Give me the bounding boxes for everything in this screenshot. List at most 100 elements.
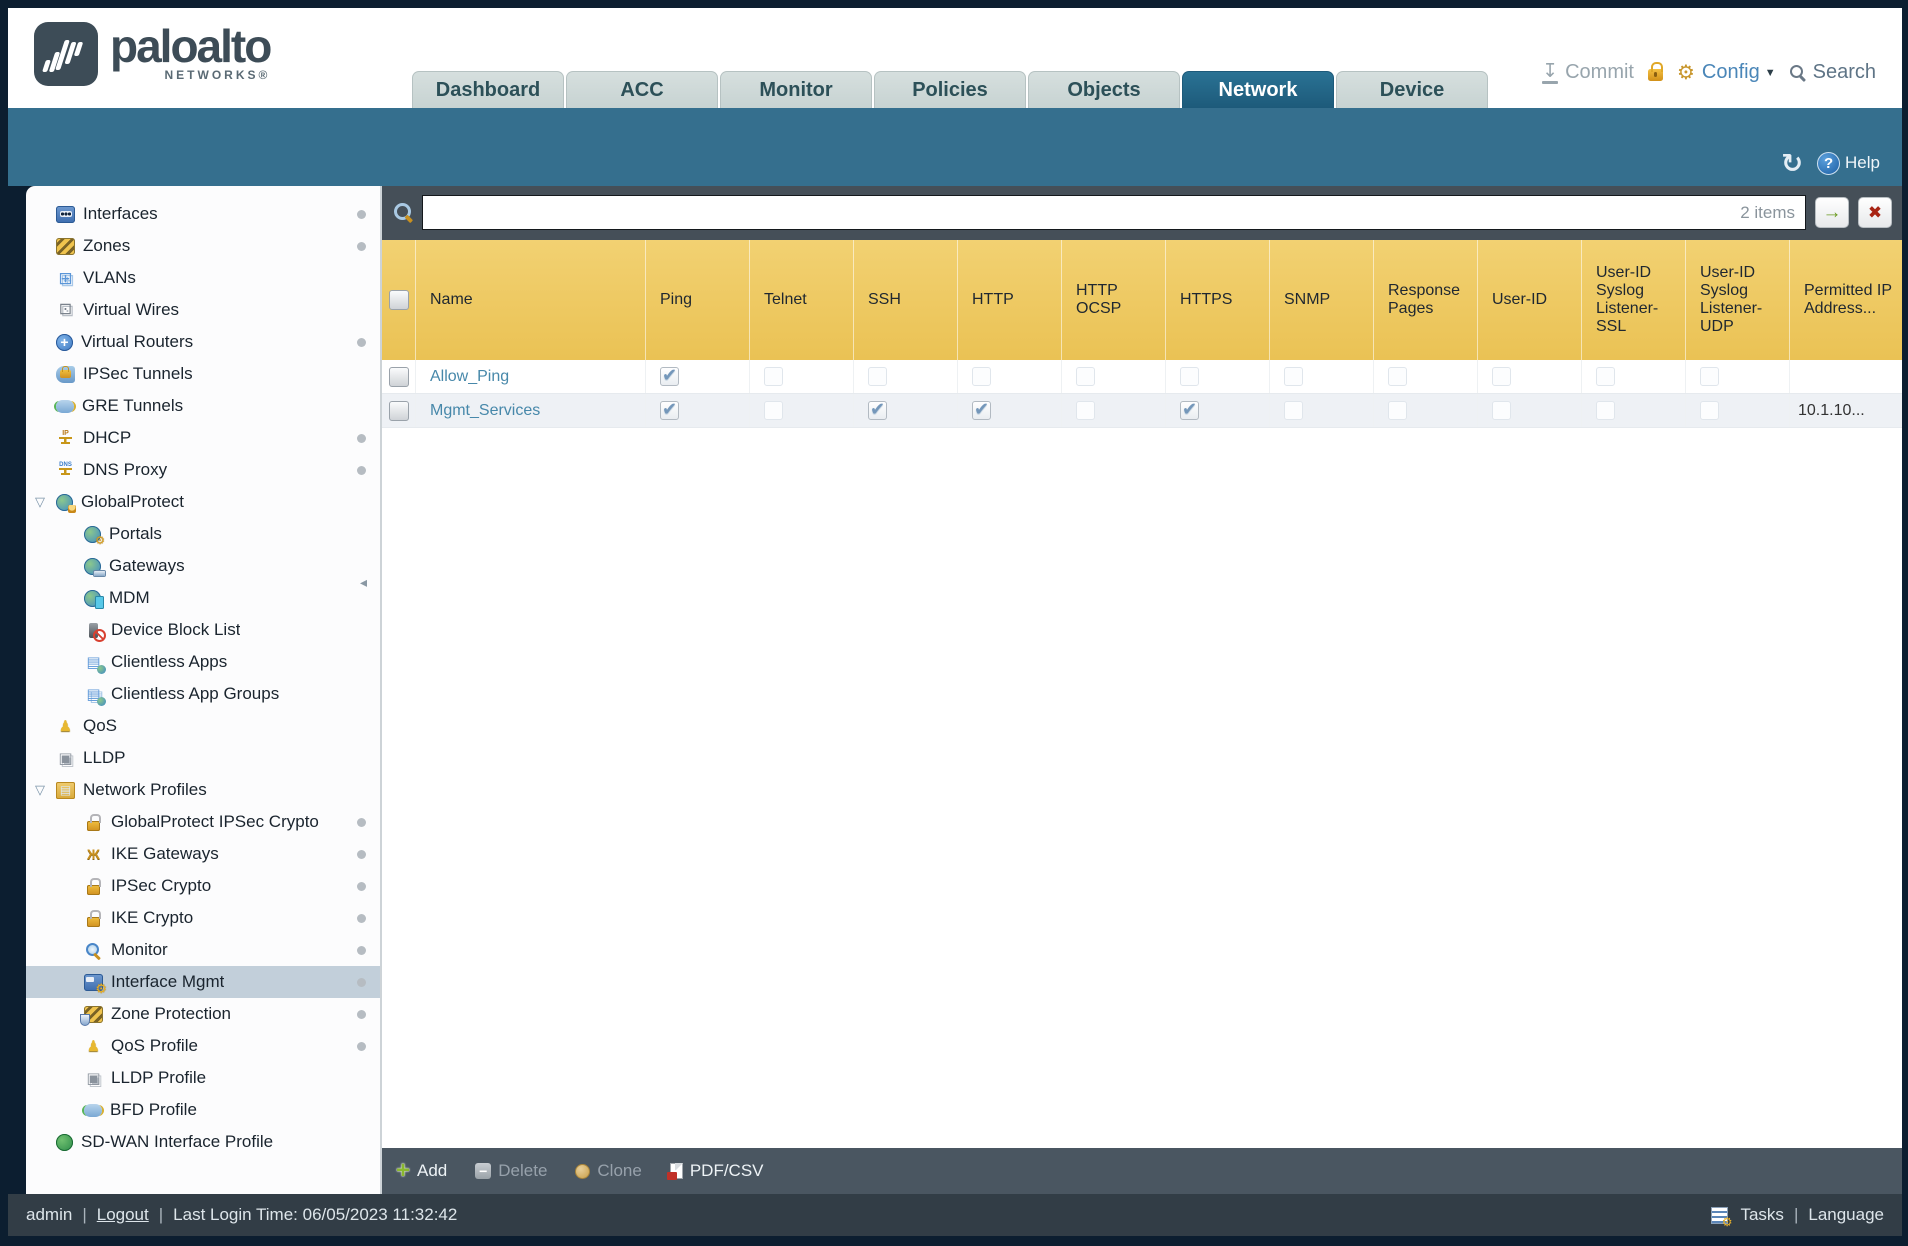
column-header-name[interactable]: Name <box>416 240 646 360</box>
clone-button[interactable]: Clone <box>575 1161 642 1181</box>
checkbox-user-id-syslog-listener-ssl[interactable] <box>1596 401 1615 420</box>
sidebar-item-gateways[interactable]: Gateways <box>26 550 380 582</box>
checkbox-ping[interactable] <box>660 401 679 420</box>
tasks-button[interactable]: Tasks <box>1740 1205 1783 1225</box>
lock-icon[interactable] <box>1647 61 1663 81</box>
checkbox-ssh[interactable] <box>868 367 887 386</box>
apply-filter-button[interactable]: → <box>1815 197 1849 228</box>
column-header-permitted-ip-address[interactable]: Permitted IP Address... <box>1790 240 1902 360</box>
checkbox-user-id[interactable] <box>1492 367 1511 386</box>
tab-monitor[interactable]: Monitor <box>720 71 872 108</box>
sidebar-item-mdm[interactable]: MDM <box>26 582 380 614</box>
checkbox-telnet[interactable] <box>764 401 783 420</box>
refresh-icon[interactable]: ↻ <box>1781 150 1803 176</box>
checkbox-http[interactable] <box>972 367 991 386</box>
sidebar-item-ike-crypto[interactable]: IKE Crypto <box>26 902 380 934</box>
row-name-link[interactable]: Allow_Ping <box>430 368 509 386</box>
sidebar-item-network-profiles[interactable]: ▽ Network Profiles <box>26 774 380 806</box>
column-header-user-id-syslog-listener-ssl[interactable]: User-ID Syslog Listener-SSL <box>1582 240 1686 360</box>
sidebar-item-clientless-app-groups[interactable]: Clientless App Groups <box>26 678 380 710</box>
language-button[interactable]: Language <box>1808 1205 1884 1225</box>
sidebar-item-virtual-wires[interactable]: Virtual Wires <box>26 294 380 326</box>
sidebar-item-virtual-routers[interactable]: Virtual Routers <box>26 326 380 358</box>
checkbox-http-ocsp[interactable] <box>1076 367 1095 386</box>
tab-dashboard[interactable]: Dashboard <box>412 71 564 108</box>
sidebar-item-vlans[interactable]: VLANs <box>26 262 380 294</box>
pdf-csv-button[interactable]: PDF/CSV <box>666 1161 764 1181</box>
paloalto-logo: paloalto NETWORKS® <box>34 22 272 86</box>
checkbox-ssh[interactable] <box>868 401 887 420</box>
checkbox-user-id[interactable] <box>1492 401 1511 420</box>
tab-device[interactable]: Device <box>1336 71 1488 108</box>
column-header-telnet[interactable]: Telnet <box>750 240 854 360</box>
column-header-response-pages[interactable]: Response Pages <box>1374 240 1478 360</box>
checkbox-https[interactable] <box>1180 401 1199 420</box>
help-button[interactable]: ? Help <box>1817 151 1880 175</box>
sidebar-item-interfaces[interactable]: Interfaces <box>26 198 380 230</box>
checkbox-http-ocsp[interactable] <box>1076 401 1095 420</box>
tab-policies[interactable]: Policies <box>874 71 1026 108</box>
sidebar-item-sd-wan-interface-profile[interactable]: SD-WAN Interface Profile <box>26 1126 380 1158</box>
column-header-ssh[interactable]: SSH <box>854 240 958 360</box>
delete-button[interactable]: − Delete <box>475 1161 547 1181</box>
sidebar-item-ike-gateways[interactable]: IKE Gateways <box>26 838 380 870</box>
column-header-ping[interactable]: Ping <box>646 240 750 360</box>
sidebar-item-bfd-profile[interactable]: BFD Profile <box>26 1094 380 1126</box>
checkbox-user-id-syslog-listener-udp[interactable] <box>1700 401 1719 420</box>
checkbox-http[interactable] <box>972 401 991 420</box>
sidebar-item-globalprotect[interactable]: ▽ GlobalProtect <box>26 486 380 518</box>
checkbox-telnet[interactable] <box>764 367 783 386</box>
tab-network[interactable]: Network <box>1182 71 1334 108</box>
sidebar-item-lldp-profile[interactable]: LLDP Profile <box>26 1062 380 1094</box>
tab-acc[interactable]: ACC <box>566 71 718 108</box>
column-header-https[interactable]: HTTPS <box>1166 240 1270 360</box>
search-button[interactable]: Search <box>1789 61 1876 84</box>
checkbox-user-id-syslog-listener-udp[interactable] <box>1700 367 1719 386</box>
checkbox-ping[interactable] <box>660 367 679 386</box>
sidebar-item-zone-protection[interactable]: Zone Protection <box>26 998 380 1030</box>
sidebar-item-portals[interactable]: Portals <box>26 518 380 550</box>
sidebar-item-label: Interface Mgmt <box>111 972 225 991</box>
column-header-http[interactable]: HTTP <box>958 240 1062 360</box>
checkbox-snmp[interactable] <box>1284 367 1303 386</box>
sidebar-item-ipsec-tunnels[interactable]: IPSec Tunnels <box>26 358 380 390</box>
row-name-link[interactable]: Mgmt_Services <box>430 402 540 420</box>
commit-button[interactable]: ↧ Commit <box>1542 61 1634 84</box>
cell-user-id-syslog-listener-ssl <box>1582 360 1686 393</box>
add-button[interactable]: + Add <box>396 1159 447 1183</box>
sidebar-item-dhcp[interactable]: DHCP <box>26 422 380 454</box>
expander-icon[interactable]: ▽ <box>35 495 45 508</box>
sidebar-item-dns-proxy[interactable]: DNS Proxy <box>26 454 380 486</box>
column-header-http-ocsp[interactable]: HTTP OCSP <box>1062 240 1166 360</box>
checkbox-https[interactable] <box>1180 367 1199 386</box>
sidebar-item-qos[interactable]: QoS <box>26 710 380 742</box>
sidebar-item-clientless-apps[interactable]: Clientless Apps <box>26 646 380 678</box>
sidebar-item-gre-tunnels[interactable]: GRE Tunnels <box>26 390 380 422</box>
row-select-checkbox[interactable] <box>388 400 409 421</box>
checkbox-user-id-syslog-listener-ssl[interactable] <box>1596 367 1615 386</box>
tab-objects[interactable]: Objects <box>1028 71 1180 108</box>
sidebar-item-device-block-list[interactable]: Device Block List <box>26 614 380 646</box>
expander-icon[interactable]: ▽ <box>35 783 45 796</box>
brand-subtitle: NETWORKS® <box>164 68 271 83</box>
clear-filter-button[interactable]: ✖ <box>1858 197 1892 228</box>
select-all-checkbox[interactable] <box>388 290 409 310</box>
sidebar-item-ipsec-crypto[interactable]: IPSec Crypto <box>26 870 380 902</box>
sidebar-item-interface-mgmt[interactable]: Interface Mgmt <box>26 966 380 998</box>
column-header-snmp[interactable]: SNMP <box>1270 240 1374 360</box>
row-select-checkbox[interactable] <box>388 366 409 387</box>
column-header-user-id-syslog-listener-udp[interactable]: User-ID Syslog Listener-UDP <box>1686 240 1790 360</box>
sidebar-item-qos-profile[interactable]: QoS Profile <box>26 1030 380 1062</box>
sidebar-collapse-handle[interactable]: ◂ <box>360 574 367 591</box>
column-header-user-id[interactable]: User-ID <box>1478 240 1582 360</box>
config-button[interactable]: ⚙ Config ▼ <box>1677 61 1776 84</box>
sidebar-item-lldp[interactable]: LLDP <box>26 742 380 774</box>
checkbox-response-pages[interactable] <box>1388 367 1407 386</box>
checkbox-response-pages[interactable] <box>1388 401 1407 420</box>
sidebar-item-zones[interactable]: Zones <box>26 230 380 262</box>
search-input[interactable] <box>423 196 1805 229</box>
sidebar-item-monitor[interactable]: Monitor <box>26 934 380 966</box>
sidebar-item-globalprotect-ipsec-crypto[interactable]: GlobalProtect IPSec Crypto <box>26 806 380 838</box>
logout-link[interactable]: Logout <box>97 1205 149 1225</box>
checkbox-snmp[interactable] <box>1284 401 1303 420</box>
